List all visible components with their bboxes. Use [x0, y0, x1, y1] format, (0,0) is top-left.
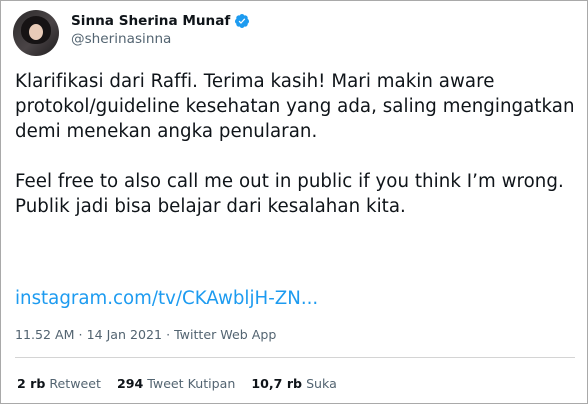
- quote-tweets-label: Tweet Kutipan: [147, 376, 236, 391]
- author-handle[interactable]: @sherinasinna: [71, 31, 250, 47]
- meta-separator: ·: [78, 327, 83, 342]
- tweet-card: Sinna Sherina Munaf @sherinasinna Klarif…: [0, 0, 588, 404]
- retweets-stat[interactable]: 2 rb Retweet: [17, 376, 101, 391]
- stats-divider: [15, 357, 575, 358]
- retweets-label: Retweet: [49, 376, 101, 391]
- avatar[interactable]: [13, 10, 59, 56]
- tweet-header: Sinna Sherina Munaf @sherinasinna: [13, 10, 250, 56]
- author-identity: Sinna Sherina Munaf @sherinasinna: [71, 10, 250, 47]
- verified-badge-icon: [234, 13, 250, 29]
- tweet-link[interactable]: instagram.com/tv/CKAwbljH-ZN...: [15, 288, 318, 309]
- quote-tweets-count: 294: [116, 376, 144, 391]
- retweets-count: 2 rb: [17, 376, 46, 391]
- quote-tweets-stat[interactable]: 294 Tweet Kutipan: [117, 376, 235, 391]
- name-row: Sinna Sherina Munaf: [71, 11, 250, 30]
- meta-separator: ·: [166, 327, 171, 342]
- likes-label: Suka: [306, 376, 337, 391]
- likes-count: 10,7 rb: [251, 376, 303, 391]
- tweet-time[interactable]: 11.52 AM: [15, 327, 75, 342]
- tweet-metadata: 11.52 AM · 14 Jan 2021 · Twitter Web App: [15, 327, 276, 342]
- tweet-paragraph: Klarifikasi dari Raffi. Terima kasih! Ma…: [15, 71, 575, 142]
- tweet-stats: 2 rb Retweet 294 Tweet Kutipan 10,7 rb S…: [17, 376, 353, 391]
- tweet-source[interactable]: Twitter Web App: [174, 327, 276, 342]
- tweet-paragraph: Feel free to also call me out in public …: [15, 171, 564, 217]
- tweet-text: Klarifikasi dari Raffi. Terima kasih! Ma…: [15, 69, 575, 219]
- tweet-date[interactable]: 14 Jan 2021: [87, 327, 163, 342]
- likes-stat[interactable]: 10,7 rb Suka: [251, 376, 336, 391]
- author-display-name[interactable]: Sinna Sherina Munaf: [71, 13, 230, 29]
